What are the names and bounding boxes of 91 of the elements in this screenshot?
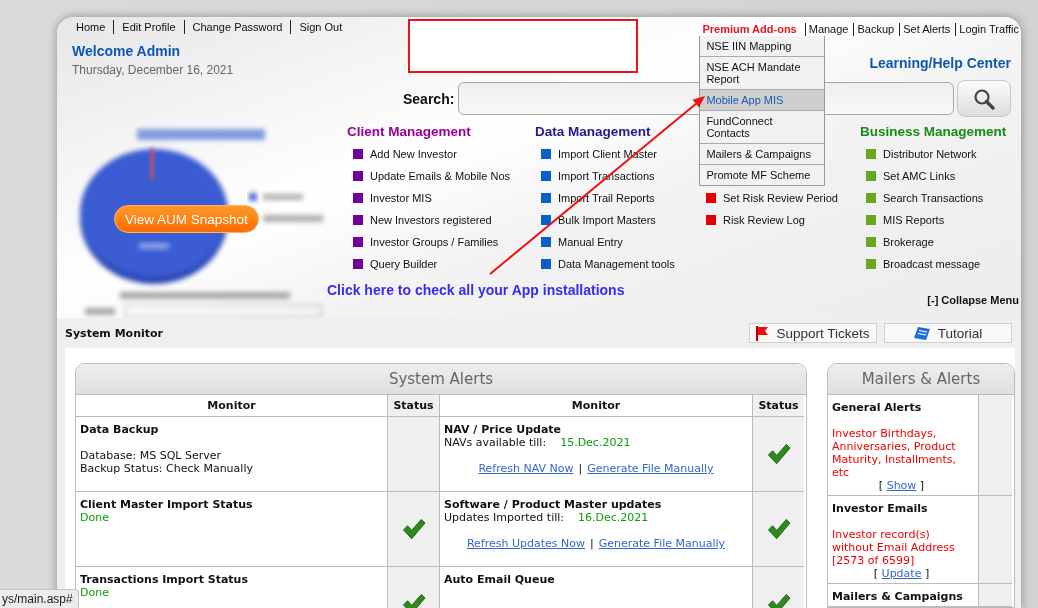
- collapse-menu-link[interactable]: [-] Collapse Menu: [927, 294, 1019, 307]
- menu-link[interactable]: Broadcast message: [883, 258, 981, 270]
- panel-title: Mailers & Alerts: [828, 364, 1014, 395]
- menu-link[interactable]: Query Builder: [370, 258, 438, 270]
- menu-item[interactable]: Mobile App MIS: [700, 90, 825, 111]
- action-link[interactable]: Generate File Manually: [587, 462, 714, 475]
- menu-item[interactable]: Promote MF Scheme: [700, 165, 825, 185]
- menu-item[interactable]: NSE IIN Mapping: [700, 36, 825, 57]
- action-link[interactable]: Refresh NAV Now: [478, 462, 574, 475]
- status-text: Done: [80, 586, 110, 599]
- search-button[interactable]: [957, 80, 1012, 117]
- monitor-title: NAV / Price Update: [444, 423, 563, 436]
- admin-link[interactable]: Backup: [857, 23, 895, 35]
- menu-item[interactable]: FundConnect Contacts: [700, 111, 825, 144]
- monitor-title: Auto Email Queue: [444, 573, 556, 586]
- action-link[interactable]: Update: [881, 567, 922, 580]
- date-line: NAVs available till: 15.Dec.2021: [444, 436, 632, 449]
- menu-link[interactable]: Add New Investor: [370, 148, 457, 160]
- blurred-slice-label: [139, 243, 169, 249]
- search-icon: [973, 87, 996, 110]
- column-header: Monitor: [76, 395, 388, 417]
- alert-title: Investor Emails: [832, 502, 929, 515]
- blurred-legend-text: [263, 215, 323, 222]
- action-link[interactable]: Generate File Manually: [598, 537, 726, 550]
- action-link[interactable]: Refresh Updates Now: [466, 537, 585, 550]
- status-text: Done: [80, 511, 110, 524]
- section-title: System Monitor: [65, 326, 163, 340]
- alert-title: Mailers & Campaigns: [832, 590, 964, 603]
- menu-link[interactable]: MIS Reports: [883, 214, 945, 226]
- detail-text: Database: MS SQL Server: [80, 449, 222, 462]
- check-icon: [401, 518, 426, 540]
- monitor-title: Client Master Import Status: [80, 498, 254, 511]
- menu-link[interactable]: Risk Review Log: [723, 214, 805, 226]
- alert-title: General Alerts: [832, 401, 923, 414]
- admin-link[interactable]: Manage: [808, 23, 849, 35]
- menu-link[interactable]: Update Emails & Mobile Nos: [370, 170, 510, 182]
- column-header: Monitor: [440, 395, 753, 417]
- menu-link[interactable]: Brokerage: [883, 236, 934, 248]
- column-header: Status: [388, 395, 440, 417]
- date-text: Thursday, December 16, 2021: [72, 63, 235, 77]
- menu-link[interactable]: Data Management tools: [558, 258, 675, 270]
- app-installations-link[interactable]: Click here to check all your App installations: [327, 282, 625, 299]
- nav-link[interactable]: Sign Out: [299, 21, 343, 33]
- admin-link[interactable]: Login Traffic: [959, 23, 1019, 35]
- alert-text: Investor Birthdays, Anniversaries, Product Maturity, Installments, etc: [832, 427, 958, 479]
- action-line: [ Show ]: [877, 479, 926, 492]
- action-line: [ Update ]: [872, 567, 931, 580]
- flag-icon: [756, 325, 769, 341]
- monitor-title: Transactions Import Status: [80, 573, 249, 586]
- monitor-title: Data Backup: [80, 423, 160, 436]
- legend-swatch-icon: [249, 193, 257, 201]
- menu-link[interactable]: Set Risk Review Period: [723, 192, 838, 204]
- help-center-link[interactable]: Learning/Help Center: [869, 55, 1011, 72]
- detail-text: Backup Status: Check Manually: [80, 462, 254, 475]
- menu-link[interactable]: Bulk Import Masters: [558, 214, 656, 226]
- book-icon: [913, 326, 930, 340]
- premium-add-ons-menu[interactable]: Premium Add-ons: [702, 23, 797, 35]
- column-header: Status: [753, 395, 804, 417]
- toolbar-button[interactable]: Tutorial: [884, 323, 1012, 343]
- blurred-legend-text: [263, 194, 303, 200]
- toolbar-button[interactable]: Support Tickets: [749, 323, 877, 343]
- check-icon: [766, 518, 791, 540]
- nav-link[interactable]: Edit Profile: [122, 21, 176, 33]
- menu-link[interactable]: Search Transactions: [883, 192, 984, 204]
- menu-link[interactable]: Distributor Network: [883, 148, 977, 160]
- admin-link[interactable]: Set Alerts: [903, 23, 951, 35]
- separator-text: |: [578, 462, 583, 475]
- check-icon: [766, 593, 791, 608]
- welcome-heading: Welcome Admin: [72, 43, 182, 60]
- menu-link[interactable]: Investor Groups / Families: [370, 236, 499, 248]
- menu-link[interactable]: Manual Entry: [558, 236, 623, 248]
- search-label: Search:: [403, 90, 455, 107]
- status-url-text: ys/main.asp#: [0, 589, 79, 608]
- section-heading: Client Management: [347, 123, 472, 140]
- menu-link[interactable]: Investor MIS: [370, 192, 432, 204]
- alert-text: Investor record(s) without Email Address [2573 of 6599]: [832, 528, 956, 567]
- separator-text: |: [590, 537, 594, 550]
- nav-link[interactable]: Change Password: [192, 21, 283, 33]
- nav-link[interactable]: Home: [76, 21, 106, 33]
- blurred-label-text: [85, 308, 115, 315]
- action-link[interactable]: Show: [886, 479, 917, 492]
- menu-link[interactable]: Set AMC Links: [883, 170, 956, 182]
- check-icon: [766, 443, 791, 465]
- monitor-title: Software / Product Master updates: [444, 498, 663, 511]
- section-heading: Data Management: [535, 123, 652, 140]
- section-heading: Business Management: [860, 123, 1008, 140]
- check-icon: [401, 593, 426, 608]
- panel-title: System Alerts: [76, 364, 806, 395]
- menu-link[interactable]: New Investors registered: [370, 214, 492, 226]
- menu-item[interactable]: Mailers & Campaigns: [700, 144, 825, 165]
- date-line: Updates Imported till: 16.Dec.2021: [444, 511, 650, 524]
